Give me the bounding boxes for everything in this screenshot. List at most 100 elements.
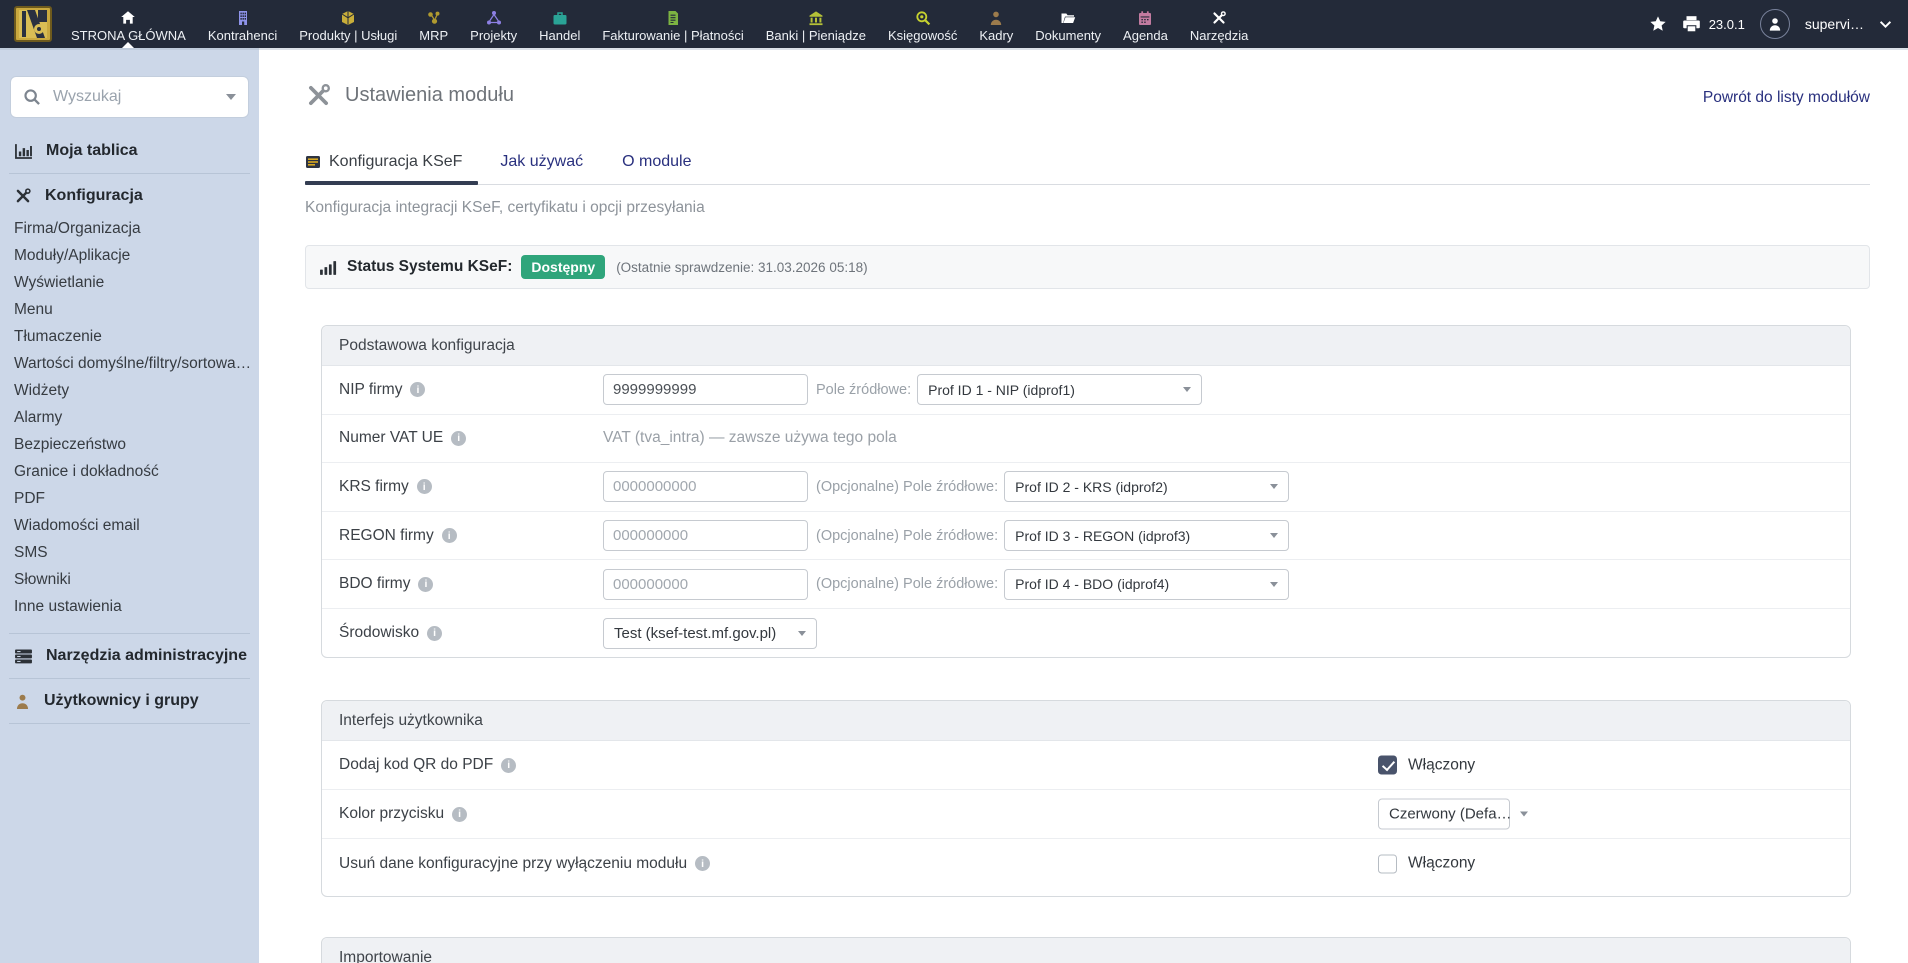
search-dropdown-caret-icon[interactable] bbox=[226, 94, 236, 100]
search-input[interactable] bbox=[51, 87, 216, 107]
favorites-star-icon[interactable] bbox=[1649, 15, 1667, 33]
nav-item-agenda[interactable]: Agenda bbox=[1112, 0, 1179, 48]
nav-item-dokumenty[interactable]: Dokumenty bbox=[1024, 0, 1112, 48]
krs-input[interactable] bbox=[603, 471, 808, 502]
sidebar-item-wyswietlanie[interactable]: Wyświetlanie bbox=[0, 269, 259, 296]
nav-item-ksiegowosc[interactable]: Księgowość bbox=[877, 0, 968, 48]
field-label: REGON firmy bbox=[339, 527, 434, 545]
qr-enabled-checkbox[interactable] bbox=[1378, 756, 1397, 775]
purge-enabled-checkbox[interactable] bbox=[1378, 854, 1397, 873]
nav-item-produkty-uslugi[interactable]: Produkty | Usługi bbox=[288, 0, 408, 48]
user-avatar[interactable] bbox=[1760, 9, 1790, 39]
sidebar-item-alarmy[interactable]: Alarmy bbox=[0, 404, 259, 431]
environment-select[interactable]: Test (ksef-test.mf.gov.pl) bbox=[603, 618, 817, 649]
sidebar-item-pdf[interactable]: PDF bbox=[0, 485, 259, 512]
form-row-nip: NIP firmy Pole źródłowe: Prof ID 1 - NIP… bbox=[322, 366, 1850, 415]
sidebar-item-moduly-aplikacje[interactable]: Moduły/Aplikacje bbox=[0, 242, 259, 269]
info-icon[interactable] bbox=[442, 528, 457, 543]
briefcase-icon bbox=[552, 9, 568, 26]
sidebar-item-slowniki[interactable]: Słowniki bbox=[0, 566, 259, 593]
tab-konfiguracja-ksef[interactable]: Konfiguracja KSeF bbox=[305, 153, 478, 184]
user-icon bbox=[14, 693, 31, 710]
ksef-status-card: Status Systemu KSeF: Dostępny (Ostatnie … bbox=[305, 245, 1870, 289]
nav-item-kadry[interactable]: Kadry bbox=[968, 0, 1024, 48]
field-label: Dodaj kod QR do PDF bbox=[339, 756, 493, 774]
nav-item-kontrahenci[interactable]: Kontrahenci bbox=[197, 0, 288, 48]
sidebar-item-bezpieczenstwo[interactable]: Bezpieczeństwo bbox=[0, 431, 259, 458]
sidebar-section-narzedzia-administracyjne[interactable]: Narzędzia administracyjne bbox=[0, 647, 259, 665]
form-row-srodowisko: Środowisko Test (ksef-test.mf.gov.pl) bbox=[322, 609, 1850, 658]
app-logo[interactable] bbox=[14, 6, 52, 42]
chevron-down-icon bbox=[1183, 387, 1191, 392]
nav-item-mrp[interactable]: MRP bbox=[408, 0, 459, 48]
regon-input[interactable] bbox=[603, 520, 808, 551]
sidebar-item-granice-dokladnosc[interactable]: Granice i dokładność bbox=[0, 458, 259, 485]
tab-jak-uzywac[interactable]: Jak używać bbox=[500, 153, 583, 184]
nav-item-label: Agenda bbox=[1123, 29, 1168, 43]
info-icon[interactable] bbox=[410, 382, 425, 397]
username-label[interactable]: supervi… bbox=[1805, 16, 1864, 32]
nav-item-banki-pieniadze[interactable]: Banki | Pieniądze bbox=[755, 0, 877, 48]
sidebar-divider bbox=[9, 173, 250, 174]
sidebar-item-wiadomosci-email[interactable]: Wiadomości email bbox=[0, 512, 259, 539]
dashboard-chart-icon bbox=[14, 143, 33, 160]
info-icon[interactable] bbox=[427, 626, 442, 641]
bdo-source-select[interactable]: Prof ID 4 - BDO (idprof4) bbox=[1004, 569, 1289, 600]
info-icon[interactable] bbox=[501, 758, 516, 773]
bdo-input[interactable] bbox=[603, 569, 808, 600]
sidebar-item-tlumaczenie[interactable]: Tłumaczenie bbox=[0, 323, 259, 350]
source-field-label: (Opcjonalne) Pole źródłowe: bbox=[816, 528, 998, 544]
form-row-bdo: BDO firmy (Opcjonalne) Pole źródłowe: Pr… bbox=[322, 560, 1850, 609]
info-icon[interactable] bbox=[452, 807, 467, 822]
person-icon bbox=[988, 9, 1004, 26]
nav-item-handel[interactable]: Handel bbox=[528, 0, 591, 48]
version-label: 23.0.1 bbox=[1709, 17, 1745, 32]
vat-field-note: VAT (tva_intra) — zawsze używa tego pola bbox=[603, 429, 897, 447]
print-icon[interactable] bbox=[1682, 15, 1701, 34]
tab-o-module[interactable]: O module bbox=[622, 153, 691, 184]
sidebar-section-konfiguracja[interactable]: Konfiguracja bbox=[0, 187, 259, 205]
info-icon[interactable] bbox=[451, 431, 466, 446]
info-icon[interactable] bbox=[695, 856, 710, 871]
nav-item-label: Kadry bbox=[979, 29, 1013, 43]
main-menu: STRONA GŁÓWNA Kontrahenci Produkty | Usł… bbox=[60, 0, 1259, 48]
nav-item-strona-glowna[interactable]: STRONA GŁÓWNA bbox=[60, 0, 197, 48]
info-icon[interactable] bbox=[418, 577, 433, 592]
calendar-icon bbox=[1137, 9, 1153, 26]
sidebar-section-uzytkownicy-grupy[interactable]: Użytkownicy i grupy bbox=[0, 692, 259, 710]
button-color-select[interactable]: Czerwony (Defa… bbox=[1378, 799, 1510, 830]
info-icon[interactable] bbox=[417, 479, 432, 494]
sidebar-item-firma-organizacja[interactable]: Firma/Organizacja bbox=[0, 215, 259, 242]
source-field-label: (Opcjonalne) Pole źródłowe: bbox=[816, 479, 998, 495]
field-label: KRS firmy bbox=[339, 478, 409, 496]
sidebar-divider bbox=[9, 723, 250, 724]
form-row-button-color: Kolor przycisku Czerwony (Defa… bbox=[322, 790, 1850, 839]
card-title: Importowanie bbox=[322, 938, 1850, 963]
nip-source-select[interactable]: Prof ID 1 - NIP (idprof1) bbox=[917, 374, 1202, 405]
krs-source-select[interactable]: Prof ID 2 - KRS (idprof2) bbox=[1004, 471, 1289, 502]
sidebar-item-moja-tablica[interactable]: Moja tablica bbox=[0, 142, 259, 160]
sidebar-item-wartosci-domyslne[interactable]: Wartości domyślne/filtry/sortowa… bbox=[0, 350, 259, 377]
ksef-logo-icon bbox=[305, 154, 321, 170]
molecule-icon bbox=[426, 9, 442, 26]
sidebar-item-sms[interactable]: SMS bbox=[0, 539, 259, 566]
tab-label: Konfiguracja KSeF bbox=[329, 153, 462, 171]
sidebar-item-inne-ustawienia[interactable]: Inne ustawienia bbox=[0, 593, 259, 620]
nav-item-projekty[interactable]: Projekty bbox=[459, 0, 528, 48]
user-menu-chevron-icon[interactable] bbox=[1879, 20, 1892, 29]
sidebar-search[interactable] bbox=[10, 76, 249, 118]
nav-item-fakturowanie-platnosci[interactable]: Fakturowanie | Płatności bbox=[591, 0, 754, 48]
nav-item-narzedzia[interactable]: Narzędzia bbox=[1179, 0, 1260, 48]
nav-item-label: Projekty bbox=[470, 29, 517, 43]
building-icon bbox=[235, 9, 251, 26]
nip-input[interactable] bbox=[603, 374, 808, 405]
sidebar-item-widzety[interactable]: Widżety bbox=[0, 377, 259, 404]
field-label: NIP firmy bbox=[339, 381, 402, 399]
sidebar-item-menu[interactable]: Menu bbox=[0, 296, 259, 323]
page-subtitle: Konfiguracja integracji KSeF, certyfikat… bbox=[305, 199, 705, 217]
nav-item-label: Fakturowanie | Płatności bbox=[602, 29, 743, 43]
regon-source-select[interactable]: Prof ID 3 - REGON (idprof3) bbox=[1004, 520, 1289, 551]
back-to-modules-link[interactable]: Powrót do listy modułów bbox=[1703, 89, 1870, 107]
home-icon bbox=[120, 9, 136, 26]
invoice-icon bbox=[665, 9, 681, 26]
